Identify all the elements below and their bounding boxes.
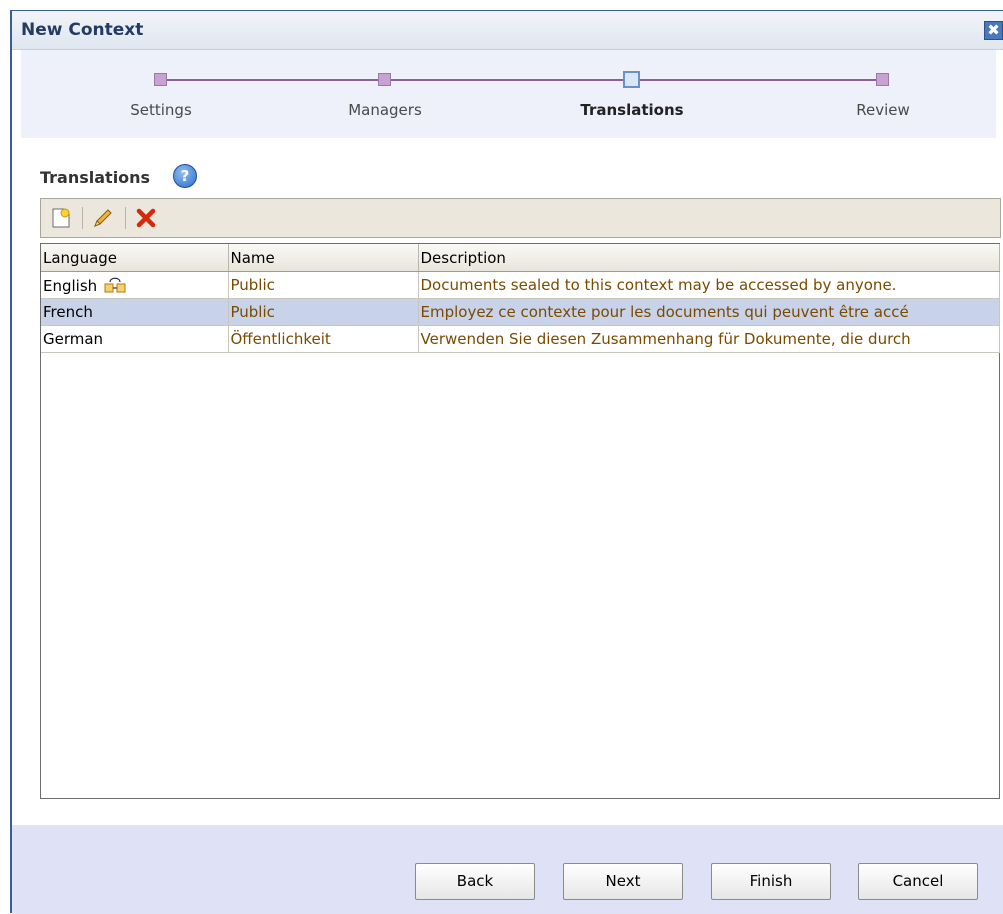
toolbar-separator — [125, 207, 126, 229]
step-label-managers[interactable]: Managers — [305, 101, 465, 119]
language-cell: French — [41, 298, 229, 326]
step-node-managers[interactable] — [378, 73, 391, 86]
edit-button[interactable] — [89, 205, 115, 231]
language-value: English — [43, 276, 98, 295]
step-node-review[interactable] — [876, 73, 889, 86]
train-connector-line — [159, 79, 884, 81]
edit-pencil-icon — [94, 209, 112, 227]
translation-swap-icon — [104, 277, 126, 292]
back-button[interactable]: Back — [415, 863, 535, 900]
language-cell: German — [41, 325, 229, 353]
table-row[interactable]: French Public Employez ce contexte pour … — [41, 298, 1000, 326]
help-glyph: ? — [180, 167, 190, 185]
table-header-row: Language Name Description — [41, 244, 1000, 272]
dialog-title: New Context — [21, 20, 144, 40]
new-button[interactable] — [48, 205, 74, 231]
next-button[interactable]: Next — [563, 863, 683, 900]
dialog-footer: Back Next Finish Cancel — [12, 825, 1003, 914]
table-row[interactable]: German Öffentlichkeit Verwenden Sie dies… — [41, 325, 1000, 353]
new-icon — [52, 208, 70, 228]
step-label-settings[interactable]: Settings — [81, 101, 241, 119]
name-cell: Public — [228, 271, 419, 299]
help-icon[interactable]: ? — [173, 164, 197, 188]
column-header-description[interactable]: Description — [418, 244, 1000, 272]
cancel-button[interactable]: Cancel — [858, 863, 978, 900]
finish-button[interactable]: Finish — [711, 863, 831, 900]
step-node-translations — [623, 71, 640, 88]
description-cell: Verwenden Sie diesen Zusammenhang für Do… — [418, 325, 1000, 353]
section-title: Translations — [40, 168, 151, 187]
step-label-review[interactable]: Review — [803, 101, 963, 119]
translations-toolbar — [40, 198, 1001, 238]
step-label-translations: Translations — [580, 101, 684, 119]
toolbar-separator — [82, 207, 83, 229]
close-icon: ✖ — [987, 21, 1000, 39]
description-cell: Employez ce contexte pour les documents … — [418, 298, 1000, 326]
close-button[interactable]: ✖ — [984, 21, 1003, 40]
name-cell: Öffentlichkeit — [228, 325, 419, 353]
column-header-name[interactable]: Name — [228, 244, 419, 272]
language-cell: English — [41, 271, 229, 299]
translations-table: Language Name Description English Public… — [40, 243, 1000, 799]
delete-button[interactable] — [133, 205, 159, 231]
delete-icon — [136, 208, 156, 228]
new-context-dialog: New Context ✖ Settings Managers Translat… — [10, 10, 1003, 914]
column-header-language[interactable]: Language — [41, 244, 229, 272]
description-cell: Documents sealed to this context may be … — [418, 271, 1000, 299]
name-cell: Public — [228, 298, 419, 326]
table-row[interactable]: English Public Documents sealed to this … — [41, 271, 1000, 299]
step-node-settings[interactable] — [154, 73, 167, 86]
wizard-train: Settings Managers Translations Review — [21, 50, 996, 138]
dialog-title-bar: New Context ✖ — [12, 11, 1003, 50]
